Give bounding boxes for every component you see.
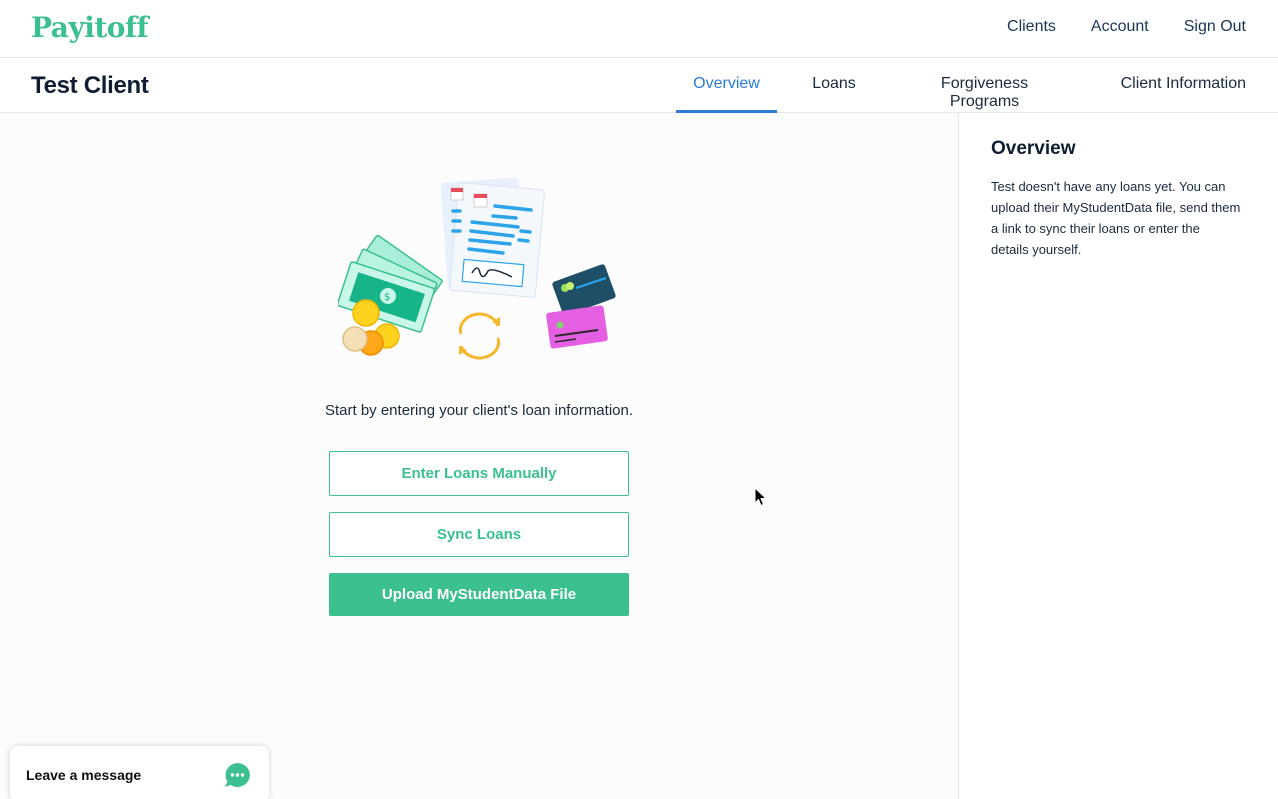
upload-mystudentdata-button[interactable]: Upload MyStudentData File <box>329 573 629 616</box>
sync-loans-button[interactable]: Sync Loans <box>329 512 629 557</box>
overview-sidebar: Overview Test doesn't have any loans yet… <box>958 113 1278 799</box>
document-icon <box>440 177 545 298</box>
loans-illustration: $ <box>338 177 616 360</box>
mouse-cursor-icon <box>754 487 768 507</box>
brand-logo[interactable]: Payitoff <box>31 11 149 44</box>
leave-message-widget[interactable]: Leave a message <box>10 746 269 799</box>
nav-sign-out[interactable]: Sign Out <box>1184 18 1246 36</box>
credit-card-icon <box>546 264 616 349</box>
page-title: Test Client <box>31 72 149 99</box>
top-nav: Clients Account Sign Out <box>1007 18 1246 36</box>
sidebar-description: Test doesn't have any loans yet. You can… <box>991 179 1241 257</box>
chat-bubble-icon <box>225 763 250 787</box>
client-header: Test Client Overview Loans Forgiveness P… <box>0 58 1278 113</box>
chat-label: Leave a message <box>26 767 142 783</box>
tab-forgiveness-programs[interactable]: Forgiveness Programs <box>891 58 1078 113</box>
svg-text:$: $ <box>384 292 390 303</box>
nav-clients[interactable]: Clients <box>1007 18 1056 36</box>
enter-loans-manually-button[interactable]: Enter Loans Manually <box>329 451 629 496</box>
sidebar-title: Overview <box>991 138 1076 159</box>
tab-client-information[interactable]: Client Information <box>1078 58 1278 113</box>
empty-state-prompt: Start by entering your client's loan inf… <box>324 402 634 419</box>
tab-loans[interactable]: Loans <box>777 58 891 113</box>
sync-icon <box>458 312 501 360</box>
main-content: $ Start by entering your client's loan i… <box>0 113 958 799</box>
top-bar: Payitoff Clients Account Sign Out <box>0 0 1278 58</box>
client-tabs: Overview Loans Forgiveness Programs Clie… <box>676 58 1278 113</box>
nav-account[interactable]: Account <box>1091 18 1149 36</box>
tab-overview[interactable]: Overview <box>676 58 777 113</box>
